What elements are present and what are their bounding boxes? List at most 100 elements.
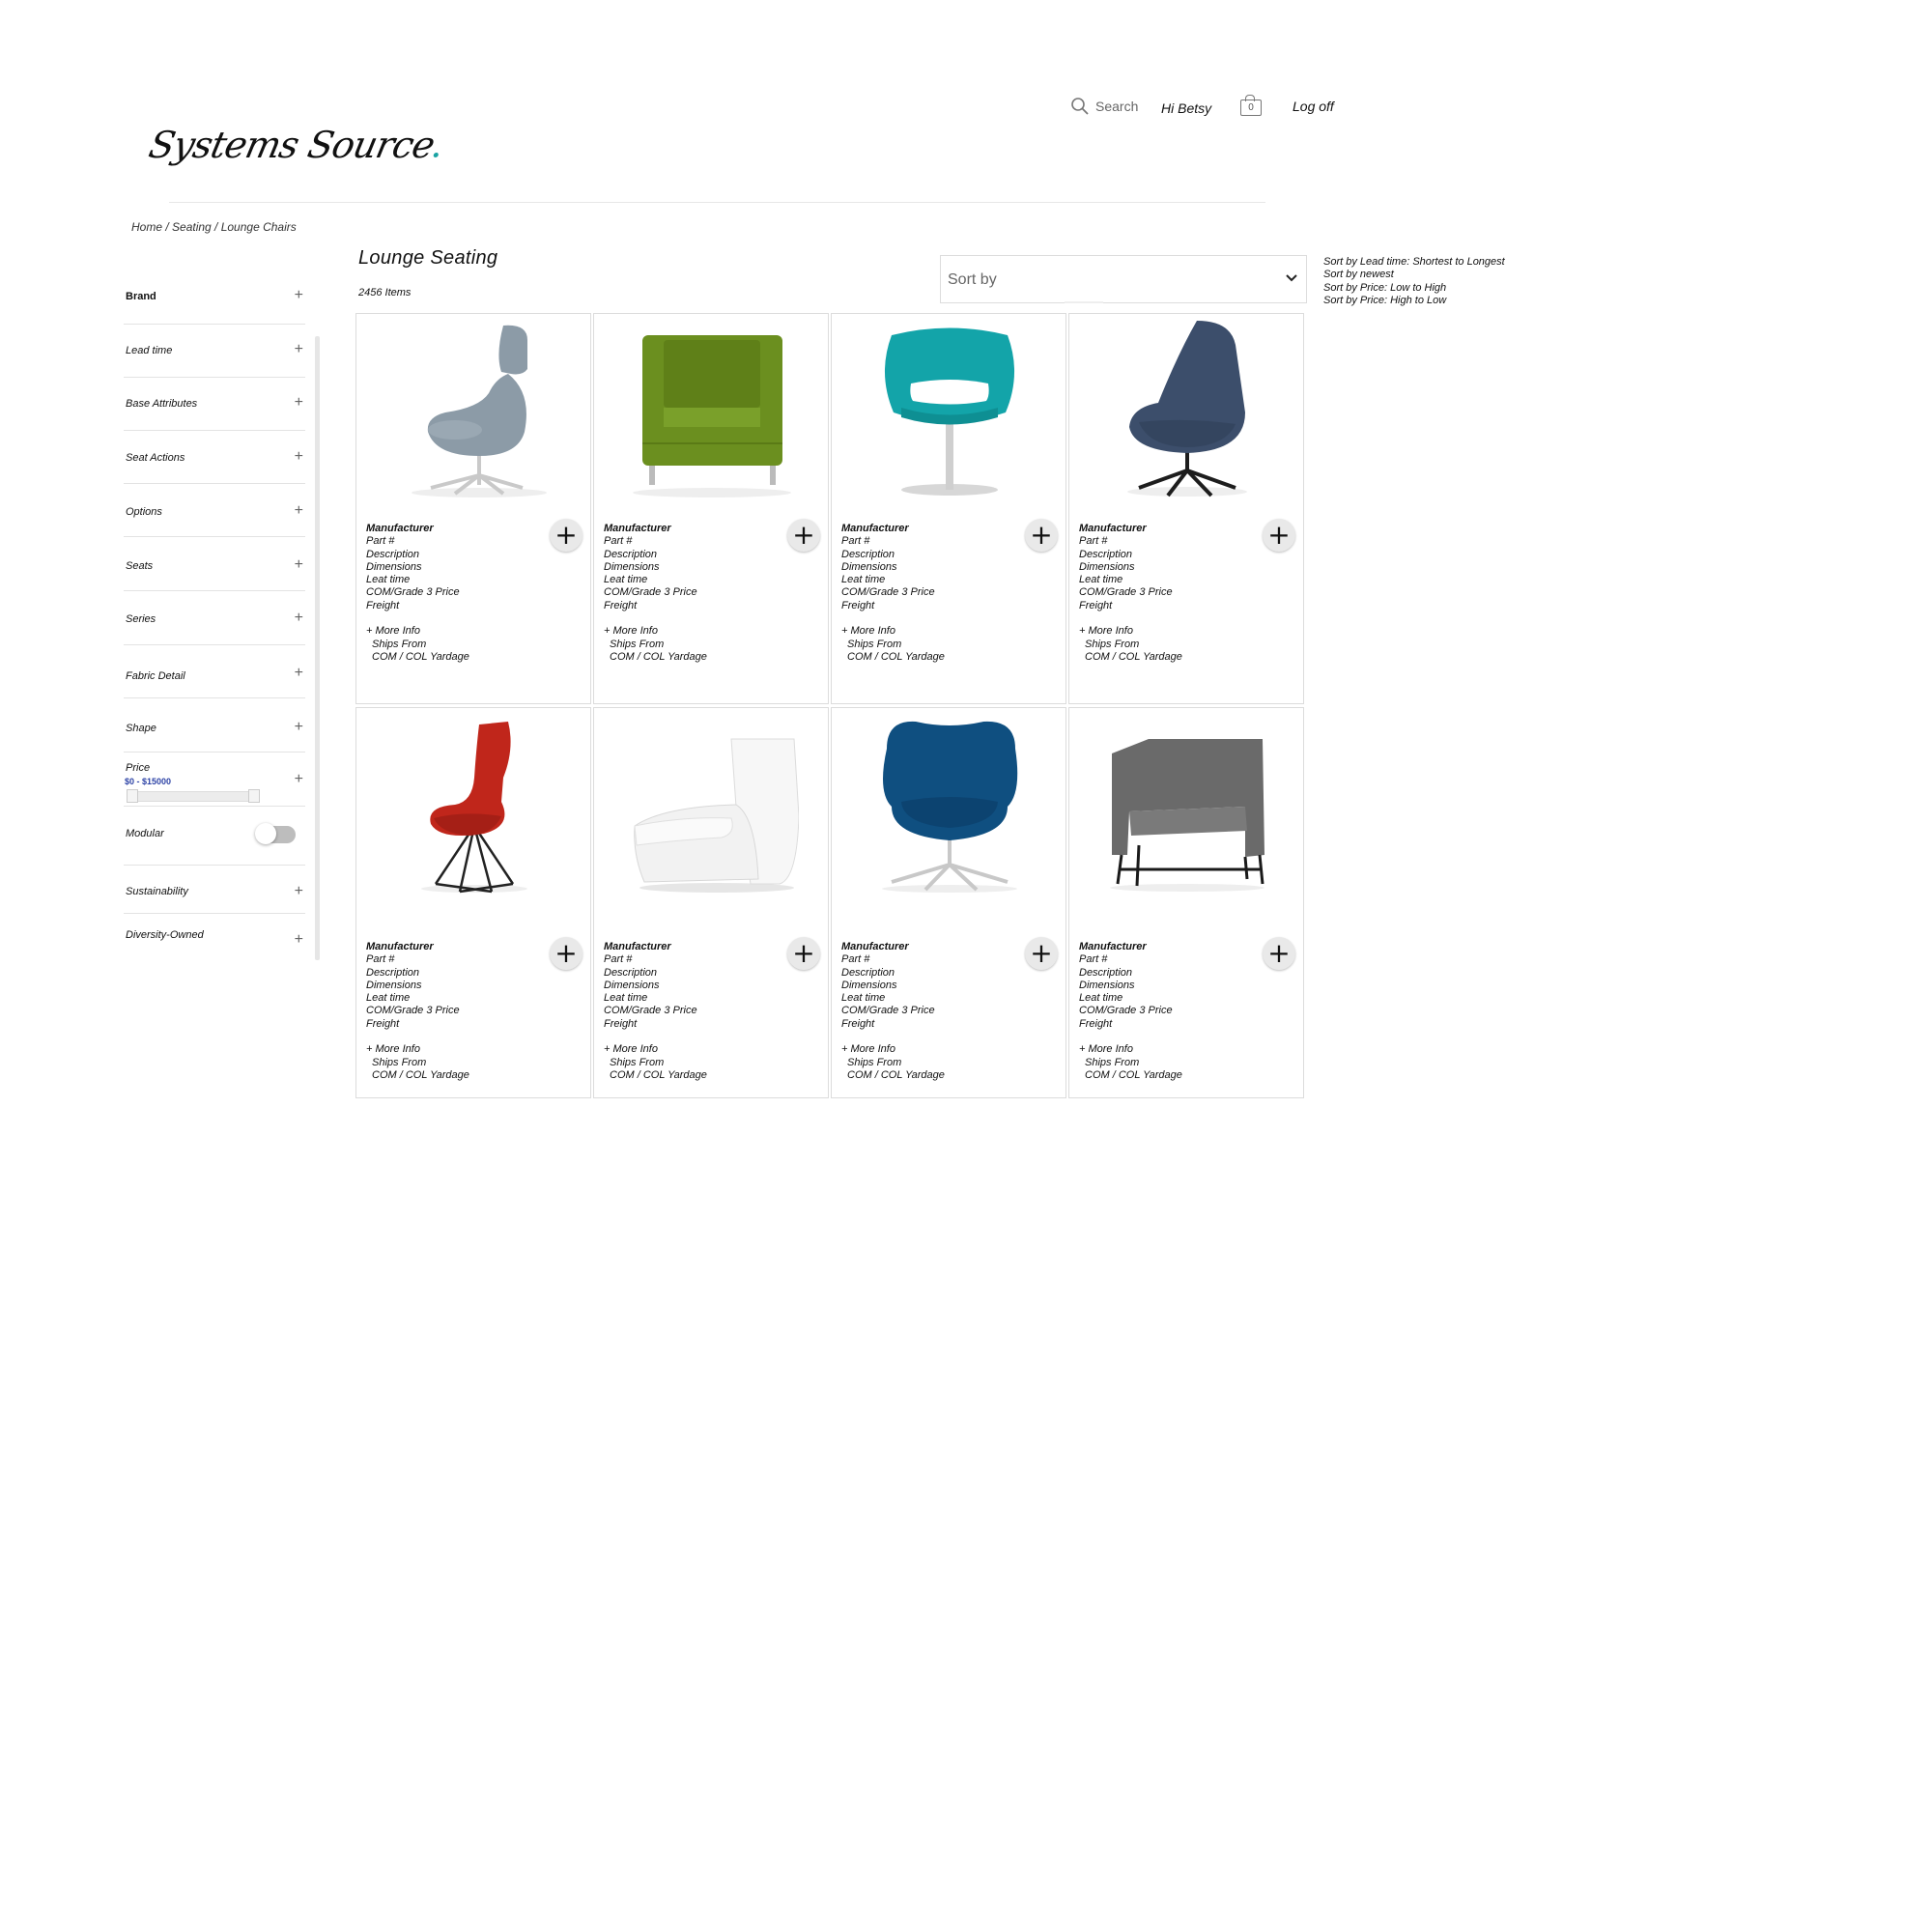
- more-info-link[interactable]: + More Info: [1079, 1043, 1182, 1056]
- plus-icon[interactable]: +: [295, 288, 303, 303]
- description: Description: [841, 548, 895, 560]
- com-col-yardage: COM / COL Yardage: [1085, 1068, 1182, 1081]
- site-logo[interactable]: Systems Source: [145, 124, 444, 166]
- sort-dropdown[interactable]: Sort by: [940, 255, 1307, 303]
- filter-shape[interactable]: Shape +: [124, 697, 305, 753]
- part-number: Part #: [841, 953, 870, 966]
- sort-option[interactable]: Sort by Lead time: Shortest to Longest: [1323, 256, 1505, 269]
- plus-icon[interactable]: +: [295, 557, 303, 573]
- product-card[interactable]: + Manufacturer Part # Description Dimens…: [593, 313, 829, 704]
- white-lounge-chair-image[interactable]: [625, 710, 799, 894]
- teal-swivel-chair-image[interactable]: [863, 316, 1037, 499]
- filter-diversity-owned[interactable]: Diversity-Owned +: [124, 913, 305, 961]
- plus-icon[interactable]: +: [295, 666, 303, 681]
- add-to-cart-button[interactable]: +: [550, 937, 582, 970]
- navy-shell-chair-image[interactable]: [1100, 316, 1274, 499]
- plus-icon[interactable]: +: [295, 772, 303, 787]
- price: COM/Grade 3 Price: [366, 586, 460, 599]
- filter-fabric-detail[interactable]: Fabric Detail +: [124, 644, 305, 698]
- price-slider[interactable]: [127, 789, 260, 803]
- com-col-yardage: COM / COL Yardage: [610, 1068, 707, 1081]
- blue-swivel-lounge-chair-image[interactable]: [863, 710, 1037, 894]
- part-number: Part #: [366, 535, 395, 548]
- filter-modular[interactable]: Modular: [124, 806, 305, 866]
- plus-icon[interactable]: +: [295, 884, 303, 899]
- description: Description: [1079, 548, 1133, 560]
- filter-lead-time[interactable]: Lead time +: [124, 324, 305, 378]
- sort-option[interactable]: Sort by newest: [1323, 269, 1505, 281]
- more-info-link[interactable]: + More Info: [366, 1043, 469, 1056]
- filter-base-attributes[interactable]: Base Attributes +: [124, 377, 305, 431]
- description: Description: [604, 966, 658, 979]
- product-card[interactable]: + Manufacturer Part # Description Dimens…: [831, 313, 1066, 704]
- more-info-link[interactable]: + More Info: [604, 625, 707, 638]
- plus-icon[interactable]: +: [295, 720, 303, 735]
- breadcrumb[interactable]: Home / Seating / Lounge Chairs: [131, 220, 297, 234]
- dimensions: Dimensions: [604, 560, 660, 573]
- product-card[interactable]: + Manufacturer Part # Description Dimens…: [1068, 707, 1304, 1098]
- filter-label: Options: [126, 506, 162, 518]
- cart-button[interactable]: 0: [1239, 95, 1263, 116]
- product-card[interactable]: + Manufacturer Part # Description Dimens…: [355, 313, 591, 704]
- plus-icon[interactable]: +: [295, 449, 303, 465]
- add-to-cart-button[interactable]: +: [550, 519, 582, 552]
- add-to-cart-button[interactable]: +: [787, 519, 820, 552]
- dimensions: Dimensions: [604, 979, 660, 991]
- filter-sustainability[interactable]: Sustainability +: [124, 865, 305, 914]
- add-to-cart-button[interactable]: +: [1025, 519, 1058, 552]
- add-to-cart-button[interactable]: +: [1263, 519, 1295, 552]
- green-club-chair-image[interactable]: [625, 316, 799, 499]
- com-col-yardage: COM / COL Yardage: [372, 650, 469, 663]
- sidebar-scrollbar[interactable]: [315, 336, 320, 960]
- manufacturer: Manufacturer: [604, 523, 671, 534]
- sort-option[interactable]: Sort by Price: High to Low: [1323, 295, 1505, 307]
- page-title: Lounge Seating: [358, 247, 498, 269]
- filter-seat-actions[interactable]: Seat Actions +: [124, 430, 305, 484]
- gray-armchair-image[interactable]: [1100, 710, 1274, 894]
- description: Description: [604, 548, 658, 560]
- product-card[interactable]: + Manufacturer Part # Description Dimens…: [355, 707, 591, 1098]
- plus-icon[interactable]: +: [295, 395, 303, 411]
- filter-series[interactable]: Series +: [124, 590, 305, 645]
- more-info-link[interactable]: + More Info: [841, 1043, 945, 1056]
- plus-icon[interactable]: +: [295, 611, 303, 626]
- sort-option[interactable]: Sort by Price: Low to High: [1323, 282, 1505, 295]
- filter-brand[interactable]: Brand +: [124, 275, 305, 325]
- add-to-cart-button[interactable]: +: [787, 937, 820, 970]
- product-card[interactable]: + Manufacturer Part # Description Dimens…: [593, 707, 829, 1098]
- ships-from: Ships From: [847, 638, 902, 650]
- com-col-yardage: COM / COL Yardage: [847, 650, 945, 663]
- filter-label: Series: [126, 613, 156, 625]
- user-greeting[interactable]: Hi Betsy: [1161, 100, 1211, 116]
- plus-icon[interactable]: +: [295, 342, 303, 357]
- search-button[interactable]: Search: [1070, 97, 1138, 116]
- filter-price[interactable]: Price $0 - $15000 +: [124, 752, 305, 807]
- plus-icon[interactable]: +: [295, 503, 303, 519]
- lead-time: Leat time: [366, 992, 411, 1005]
- product-card[interactable]: + Manufacturer Part # Description Dimens…: [1068, 313, 1304, 704]
- more-info-link[interactable]: + More Info: [604, 1043, 707, 1056]
- filter-seats[interactable]: Seats +: [124, 536, 305, 591]
- add-to-cart-button[interactable]: +: [1025, 937, 1058, 970]
- price-max-handle[interactable]: [248, 789, 260, 803]
- filter-options[interactable]: Options +: [124, 483, 305, 537]
- com-col-yardage: COM / COL Yardage: [372, 1068, 469, 1081]
- gray-highback-lounge-chair-image[interactable]: [387, 316, 561, 499]
- more-info-link[interactable]: + More Info: [366, 625, 469, 638]
- manufacturer: Manufacturer: [366, 941, 434, 952]
- price-min-handle[interactable]: [127, 789, 138, 803]
- add-to-cart-button[interactable]: +: [1263, 937, 1295, 970]
- filter-label: Fabric Detail: [126, 670, 185, 682]
- more-info-link[interactable]: + More Info: [841, 625, 945, 638]
- plus-icon: +: [792, 519, 815, 551]
- red-wingback-chair-image[interactable]: [387, 710, 561, 894]
- logoff-link[interactable]: Log off: [1293, 99, 1334, 114]
- freight: Freight: [841, 599, 875, 611]
- plus-icon[interactable]: +: [295, 932, 303, 948]
- modular-toggle[interactable]: [255, 823, 296, 844]
- freight: Freight: [1079, 1017, 1113, 1030]
- more-info-link[interactable]: + More Info: [1079, 625, 1182, 638]
- product-card[interactable]: + Manufacturer Part # Description Dimens…: [831, 707, 1066, 1098]
- filter-label: Seats: [126, 560, 154, 572]
- product-info: Manufacturer Part # Description Dimensio…: [1079, 523, 1182, 664]
